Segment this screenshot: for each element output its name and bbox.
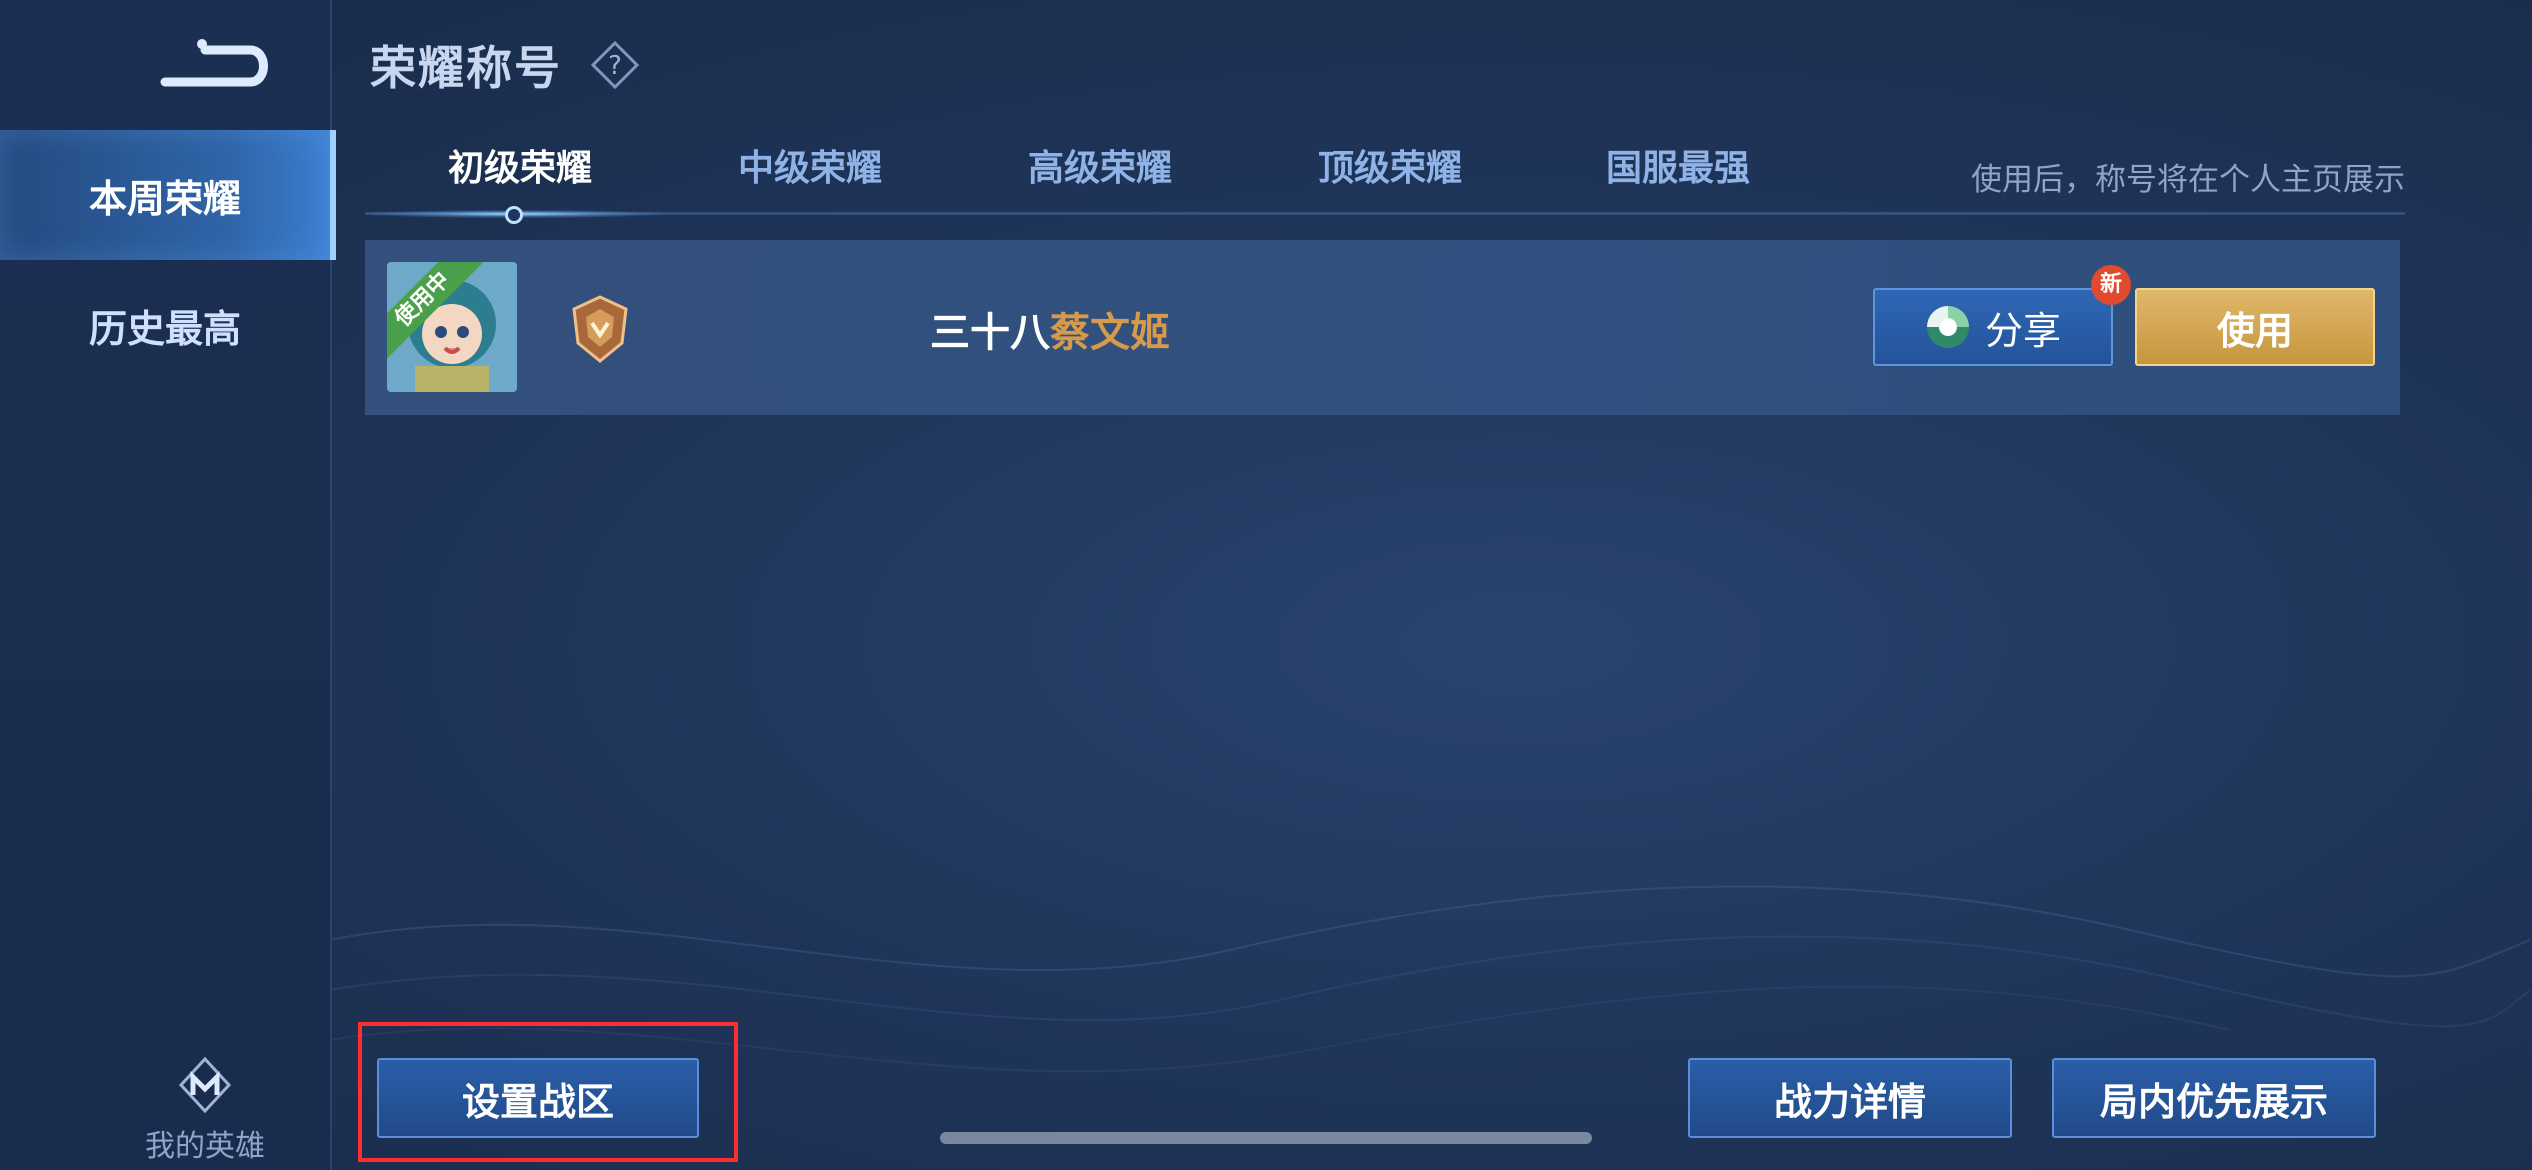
- tab-intermediate-glory[interactable]: 中级荣耀: [695, 140, 925, 212]
- rank-badge-icon: [570, 295, 630, 363]
- sidebar-item-this-week[interactable]: 本周荣耀: [0, 130, 336, 260]
- tab-junior-glory[interactable]: 初级荣耀: [405, 140, 635, 212]
- share-icon: [1926, 306, 1969, 348]
- share-button[interactable]: 分享: [1873, 288, 2113, 366]
- tab-label: 顶级荣耀: [1317, 148, 1462, 189]
- power-detail-label: 战力详情: [1773, 1079, 1926, 1124]
- tab-bar: 初级荣耀 中级荣耀 高级荣耀 顶级荣耀 国服最强 使用后，称号将在个人主页展示: [365, 140, 2405, 224]
- use-button[interactable]: 使用: [2135, 288, 2375, 366]
- page-title: 荣耀称号: [370, 41, 562, 95]
- use-label: 使用: [2216, 308, 2293, 353]
- my-hero-button[interactable]: 我的英雄: [130, 1055, 280, 1165]
- set-battle-zone-button[interactable]: 设置战区: [377, 1058, 699, 1138]
- back-arrow-icon[interactable]: [150, 30, 280, 100]
- tab-label: 初级荣耀: [447, 148, 592, 189]
- tab-label: 国服最强: [1605, 148, 1750, 189]
- hero-logo-icon: [175, 1055, 235, 1115]
- tab-national-strongest[interactable]: 国服最强: [1563, 140, 1793, 212]
- ingame-show-label: 局内优先展示: [2099, 1079, 2328, 1124]
- power-detail-button[interactable]: 战力详情: [1688, 1058, 2012, 1138]
- tab-label: 高级荣耀: [1027, 148, 1172, 189]
- share-label: 分享: [1984, 308, 2061, 353]
- new-badge: 新: [2091, 265, 2131, 305]
- set-zone-label: 设置战区: [461, 1079, 614, 1124]
- sidebar-item-label: 历史最高: [88, 306, 241, 351]
- sidebar-item-history-best[interactable]: 历史最高: [0, 260, 330, 390]
- title-prefix: 三十八: [930, 310, 1050, 356]
- home-indicator[interactable]: [940, 1132, 1592, 1144]
- honor-title-name: 三十八蔡文姬: [930, 300, 1170, 358]
- tab-advanced-glory[interactable]: 高级荣耀: [985, 140, 1215, 212]
- ingame-priority-show-button[interactable]: 局内优先展示: [2052, 1058, 2376, 1138]
- hero-avatar: 使用中: [387, 262, 517, 392]
- tab-label: 中级荣耀: [737, 148, 882, 189]
- active-tab-dot: [505, 206, 523, 224]
- tab-hint: 使用后，称号将在个人主页展示: [1971, 162, 2405, 198]
- my-hero-label: 我的英雄: [145, 1129, 265, 1164]
- hero-name: 蔡文姬: [1050, 310, 1170, 356]
- svg-text:?: ?: [608, 51, 622, 81]
- help-icon[interactable]: ?: [590, 40, 640, 90]
- title-row: 使用中 三十八蔡文姬 分享 新 使用: [365, 240, 2400, 415]
- sidebar: 本周荣耀 历史最高 我的英雄: [0, 0, 336, 1170]
- tab-top-glory[interactable]: 顶级荣耀: [1275, 140, 1505, 212]
- sidebar-item-label: 本周荣耀: [88, 176, 241, 221]
